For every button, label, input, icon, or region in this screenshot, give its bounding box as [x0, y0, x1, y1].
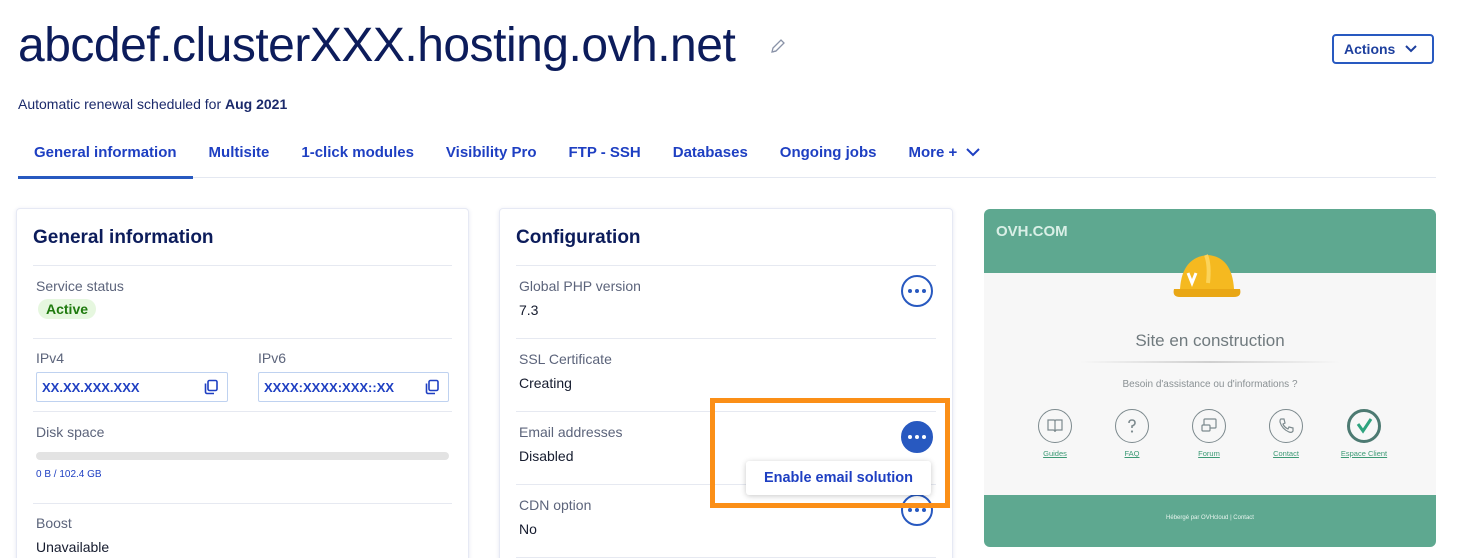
phone-icon [1269, 409, 1303, 443]
card-title: General information [33, 227, 214, 248]
ssl-label: SSL Certificate [519, 351, 612, 367]
page-title: abcdef.clusterXXX.hosting.ovh.net [18, 19, 736, 72]
renewal-date: Aug 2021 [225, 96, 288, 112]
divider [33, 265, 452, 266]
hard-hat-icon [1173, 254, 1241, 297]
preview-link-contact: Contact [1273, 449, 1299, 458]
tab-databases[interactable]: Databases [657, 136, 764, 178]
chevron-down-icon [966, 148, 980, 157]
tab-more[interactable]: More + [892, 136, 997, 178]
card-title: Configuration [516, 227, 641, 248]
question-icon [1115, 409, 1149, 443]
divider [33, 503, 452, 504]
site-preview: OVH.COM Site en construction Besoin d'as… [984, 209, 1436, 547]
service-status-label: Service status [36, 278, 124, 294]
tab-1-click-modules[interactable]: 1-click modules [285, 136, 430, 178]
preview-link-faq: FAQ [1124, 449, 1140, 458]
chevron-down-icon [1405, 45, 1418, 53]
chat-icon [1192, 409, 1226, 443]
ipv4-label: IPv4 [36, 350, 65, 366]
divider [33, 338, 452, 339]
tab-ftp-ssh[interactable]: FTP - SSH [553, 136, 657, 178]
client-space-icon [1347, 409, 1381, 443]
book-icon [1038, 409, 1072, 443]
divider [33, 411, 452, 412]
disk-space-label: Disk space [36, 424, 105, 440]
preview-link-guides: Guides [1043, 449, 1067, 458]
renewal-info: Automatic renewal scheduled for Aug 2021 [18, 96, 287, 112]
ipv6-label: IPv6 [258, 350, 287, 366]
preview-subtitle: Besoin d'assistance ou d'informations ? [1122, 379, 1298, 390]
actions-button[interactable]: Actions [1332, 34, 1434, 64]
divider [516, 338, 936, 339]
pencil-icon[interactable] [768, 36, 788, 56]
tab-general-information[interactable]: General information [18, 136, 193, 179]
ipv6-field[interactable]: XXXX:XXXX:XXX::XX [258, 372, 449, 402]
preview-title: Site en construction [1135, 331, 1285, 350]
preview-link-forum: Forum [1198, 449, 1220, 458]
preview-logo: OVH.COM [996, 223, 1068, 240]
actions-label: Actions [1344, 41, 1396, 57]
disk-usage-bar [36, 452, 449, 460]
preview-footer-text: Hébergé par OVHcloud | Contact [1166, 515, 1254, 521]
email-value: Disabled [519, 448, 574, 464]
boost-label: Boost [36, 515, 72, 531]
preview-divider [1080, 361, 1340, 363]
copy-icon[interactable] [203, 379, 219, 395]
renewal-prefix: Automatic renewal scheduled for [18, 96, 222, 112]
preview-link-client-space: Espace Client [1340, 449, 1388, 458]
disk-usage-text: 0 B / 102.4 GB [36, 469, 102, 480]
ipv4-value: XX.XX.XXX.XXX [42, 379, 140, 395]
boost-value: Unavailable [36, 539, 110, 555]
php-version-label: Global PHP version [519, 278, 641, 294]
highlight-box [710, 398, 950, 508]
cdn-label: CDN option [519, 497, 592, 513]
php-options-button[interactable] [901, 275, 933, 307]
cdn-value: No [519, 521, 537, 537]
tab-visibility-pro[interactable]: Visibility Pro [430, 136, 553, 178]
tab-multisite[interactable]: Multisite [193, 136, 286, 178]
preview-footer-bar: Hébergé par OVHcloud | Contact [984, 495, 1436, 547]
ipv4-field[interactable]: XX.XX.XXX.XXX [36, 372, 228, 402]
status-badge: Active [38, 299, 97, 319]
ssl-value: Creating [519, 375, 572, 391]
tab-bar: General information Multisite 1-click mo… [18, 136, 1436, 179]
copy-icon[interactable] [424, 379, 440, 395]
ipv6-value: XXXX:XXXX:XXX::XX [264, 379, 395, 395]
email-label: Email addresses [519, 424, 623, 440]
divider [516, 265, 936, 266]
php-version-value: 7.3 [519, 302, 539, 318]
tab-ongoing-jobs[interactable]: Ongoing jobs [764, 136, 893, 178]
